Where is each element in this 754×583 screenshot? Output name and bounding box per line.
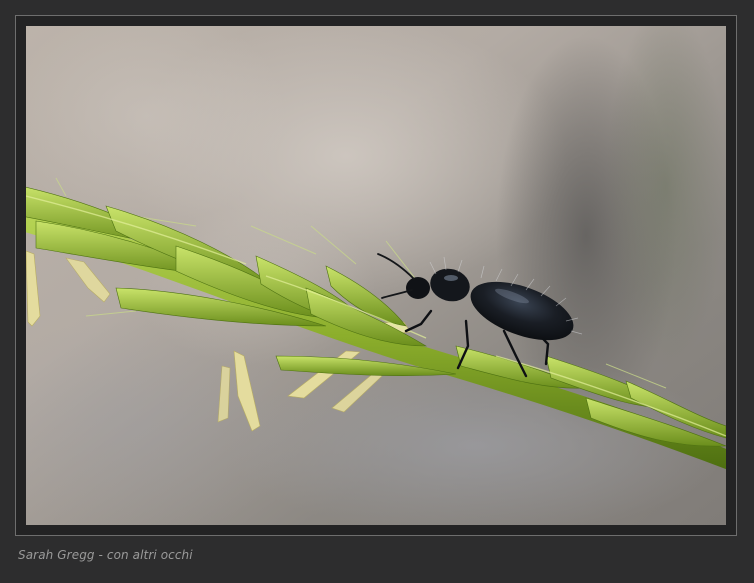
photo-image <box>26 26 726 525</box>
photo-caption: Sarah Gregg - con altri occhi <box>18 548 193 562</box>
photo <box>26 26 726 525</box>
